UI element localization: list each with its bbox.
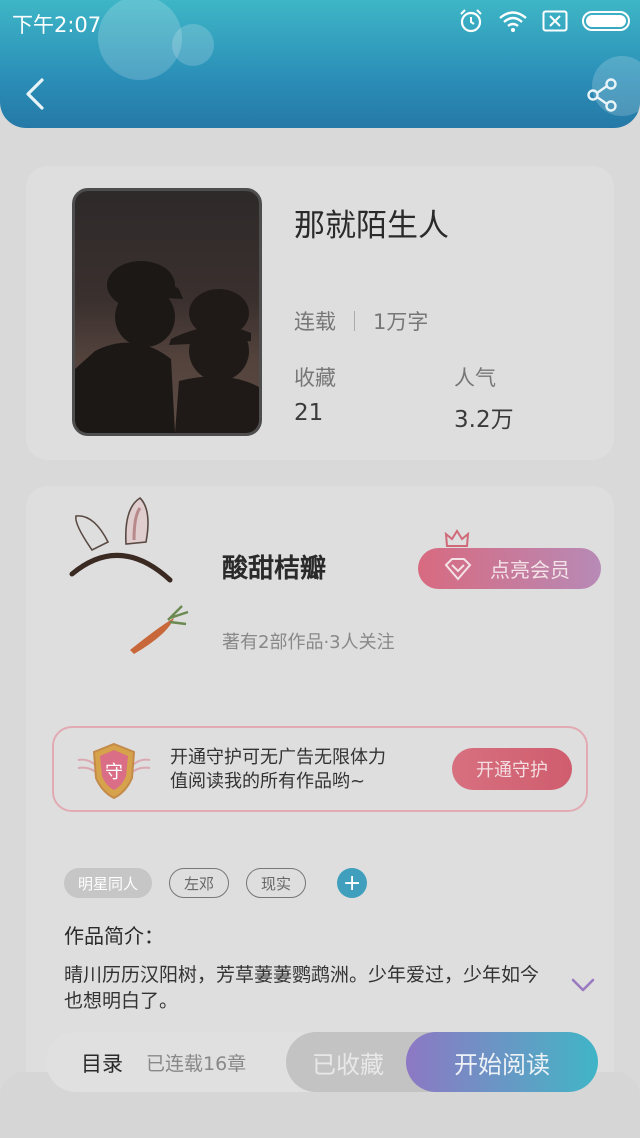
- status-icons: [458, 8, 630, 34]
- crown-icon: [444, 529, 470, 547]
- guard-line-1: 开通守护可无广告无限体力: [170, 747, 386, 768]
- share-icon[interactable]: [586, 78, 618, 112]
- favorites-value: 21: [294, 400, 324, 426]
- author-summary: 著有2部作品·3人关注: [222, 632, 395, 653]
- status-time: 下午2:07: [12, 13, 102, 37]
- guard-line-2: 值阅读我的所有作品哟~: [170, 771, 366, 792]
- toc-button[interactable]: 目录: [81, 1048, 123, 1078]
- favorites-label: 收藏: [294, 366, 336, 390]
- tag-item[interactable]: 左邓: [169, 868, 230, 898]
- diamond-icon: [444, 558, 472, 581]
- chevron-down-icon[interactable]: [570, 976, 596, 994]
- guard-promo: 守 开通守护可无广告无限体力 值阅读我的所有作品哟~ 开通守护: [52, 726, 588, 812]
- book-status: 连载: [294, 310, 336, 334]
- start-reading-button[interactable]: 开始阅读: [406, 1032, 598, 1092]
- intro-heading: 作品简介：: [64, 924, 164, 948]
- tag-list: 明星同人 左邓 现实 +: [64, 868, 368, 898]
- author-card: 酸甜桔瓣 著有2部作品·3人关注 点亮会员 守 开通守护可无广告无限体力 值阅读…: [26, 486, 614, 1126]
- alarm-icon: [460, 9, 482, 33]
- tag-item[interactable]: 现实: [246, 868, 307, 898]
- book-title: 那就陌生人: [294, 208, 449, 244]
- book-cover[interactable]: [72, 188, 262, 436]
- open-guard-button[interactable]: 开通守护: [452, 748, 572, 790]
- meta-divider: [354, 311, 355, 331]
- shield-badge-char: 守: [105, 762, 123, 783]
- popularity-value: 3.2万: [454, 407, 514, 433]
- shield-icon: 守: [77, 742, 151, 800]
- header: 下午2:07: [0, 0, 640, 128]
- guard-text: 开通守护可无广告无限体力 值阅读我的所有作品哟~: [170, 746, 386, 794]
- chapter-count: 已连载16章: [146, 1053, 247, 1075]
- battery-icon: [582, 11, 630, 31]
- popularity-label: 人气: [454, 366, 496, 390]
- vip-button[interactable]: 点亮会员: [418, 548, 601, 589]
- author-avatar-decoration[interactable]: [64, 494, 194, 654]
- decor-bubble: [98, 0, 182, 80]
- vip-button-label: 点亮会员: [490, 558, 570, 582]
- decor-bubble: [172, 24, 214, 66]
- cover-illustration: [75, 261, 259, 433]
- book-meta: 连载 1万字: [294, 306, 428, 336]
- sim-icon: [542, 10, 568, 32]
- author-name[interactable]: 酸甜桔瓣: [222, 548, 326, 585]
- book-info-card: 那就陌生人 连载 1万字 收藏 21 人气 3.2万: [26, 166, 614, 460]
- back-icon[interactable]: [20, 76, 50, 112]
- add-tag-button[interactable]: +: [337, 868, 368, 898]
- intro-text: 晴川历历汉阳树，芳草萋萋鹦鹉洲。少年爱过，少年如今也想明白了。: [64, 964, 540, 1012]
- book-word-count: 1万字: [373, 310, 429, 334]
- wifi-icon: [499, 11, 527, 32]
- tag-item[interactable]: 明星同人: [64, 868, 153, 898]
